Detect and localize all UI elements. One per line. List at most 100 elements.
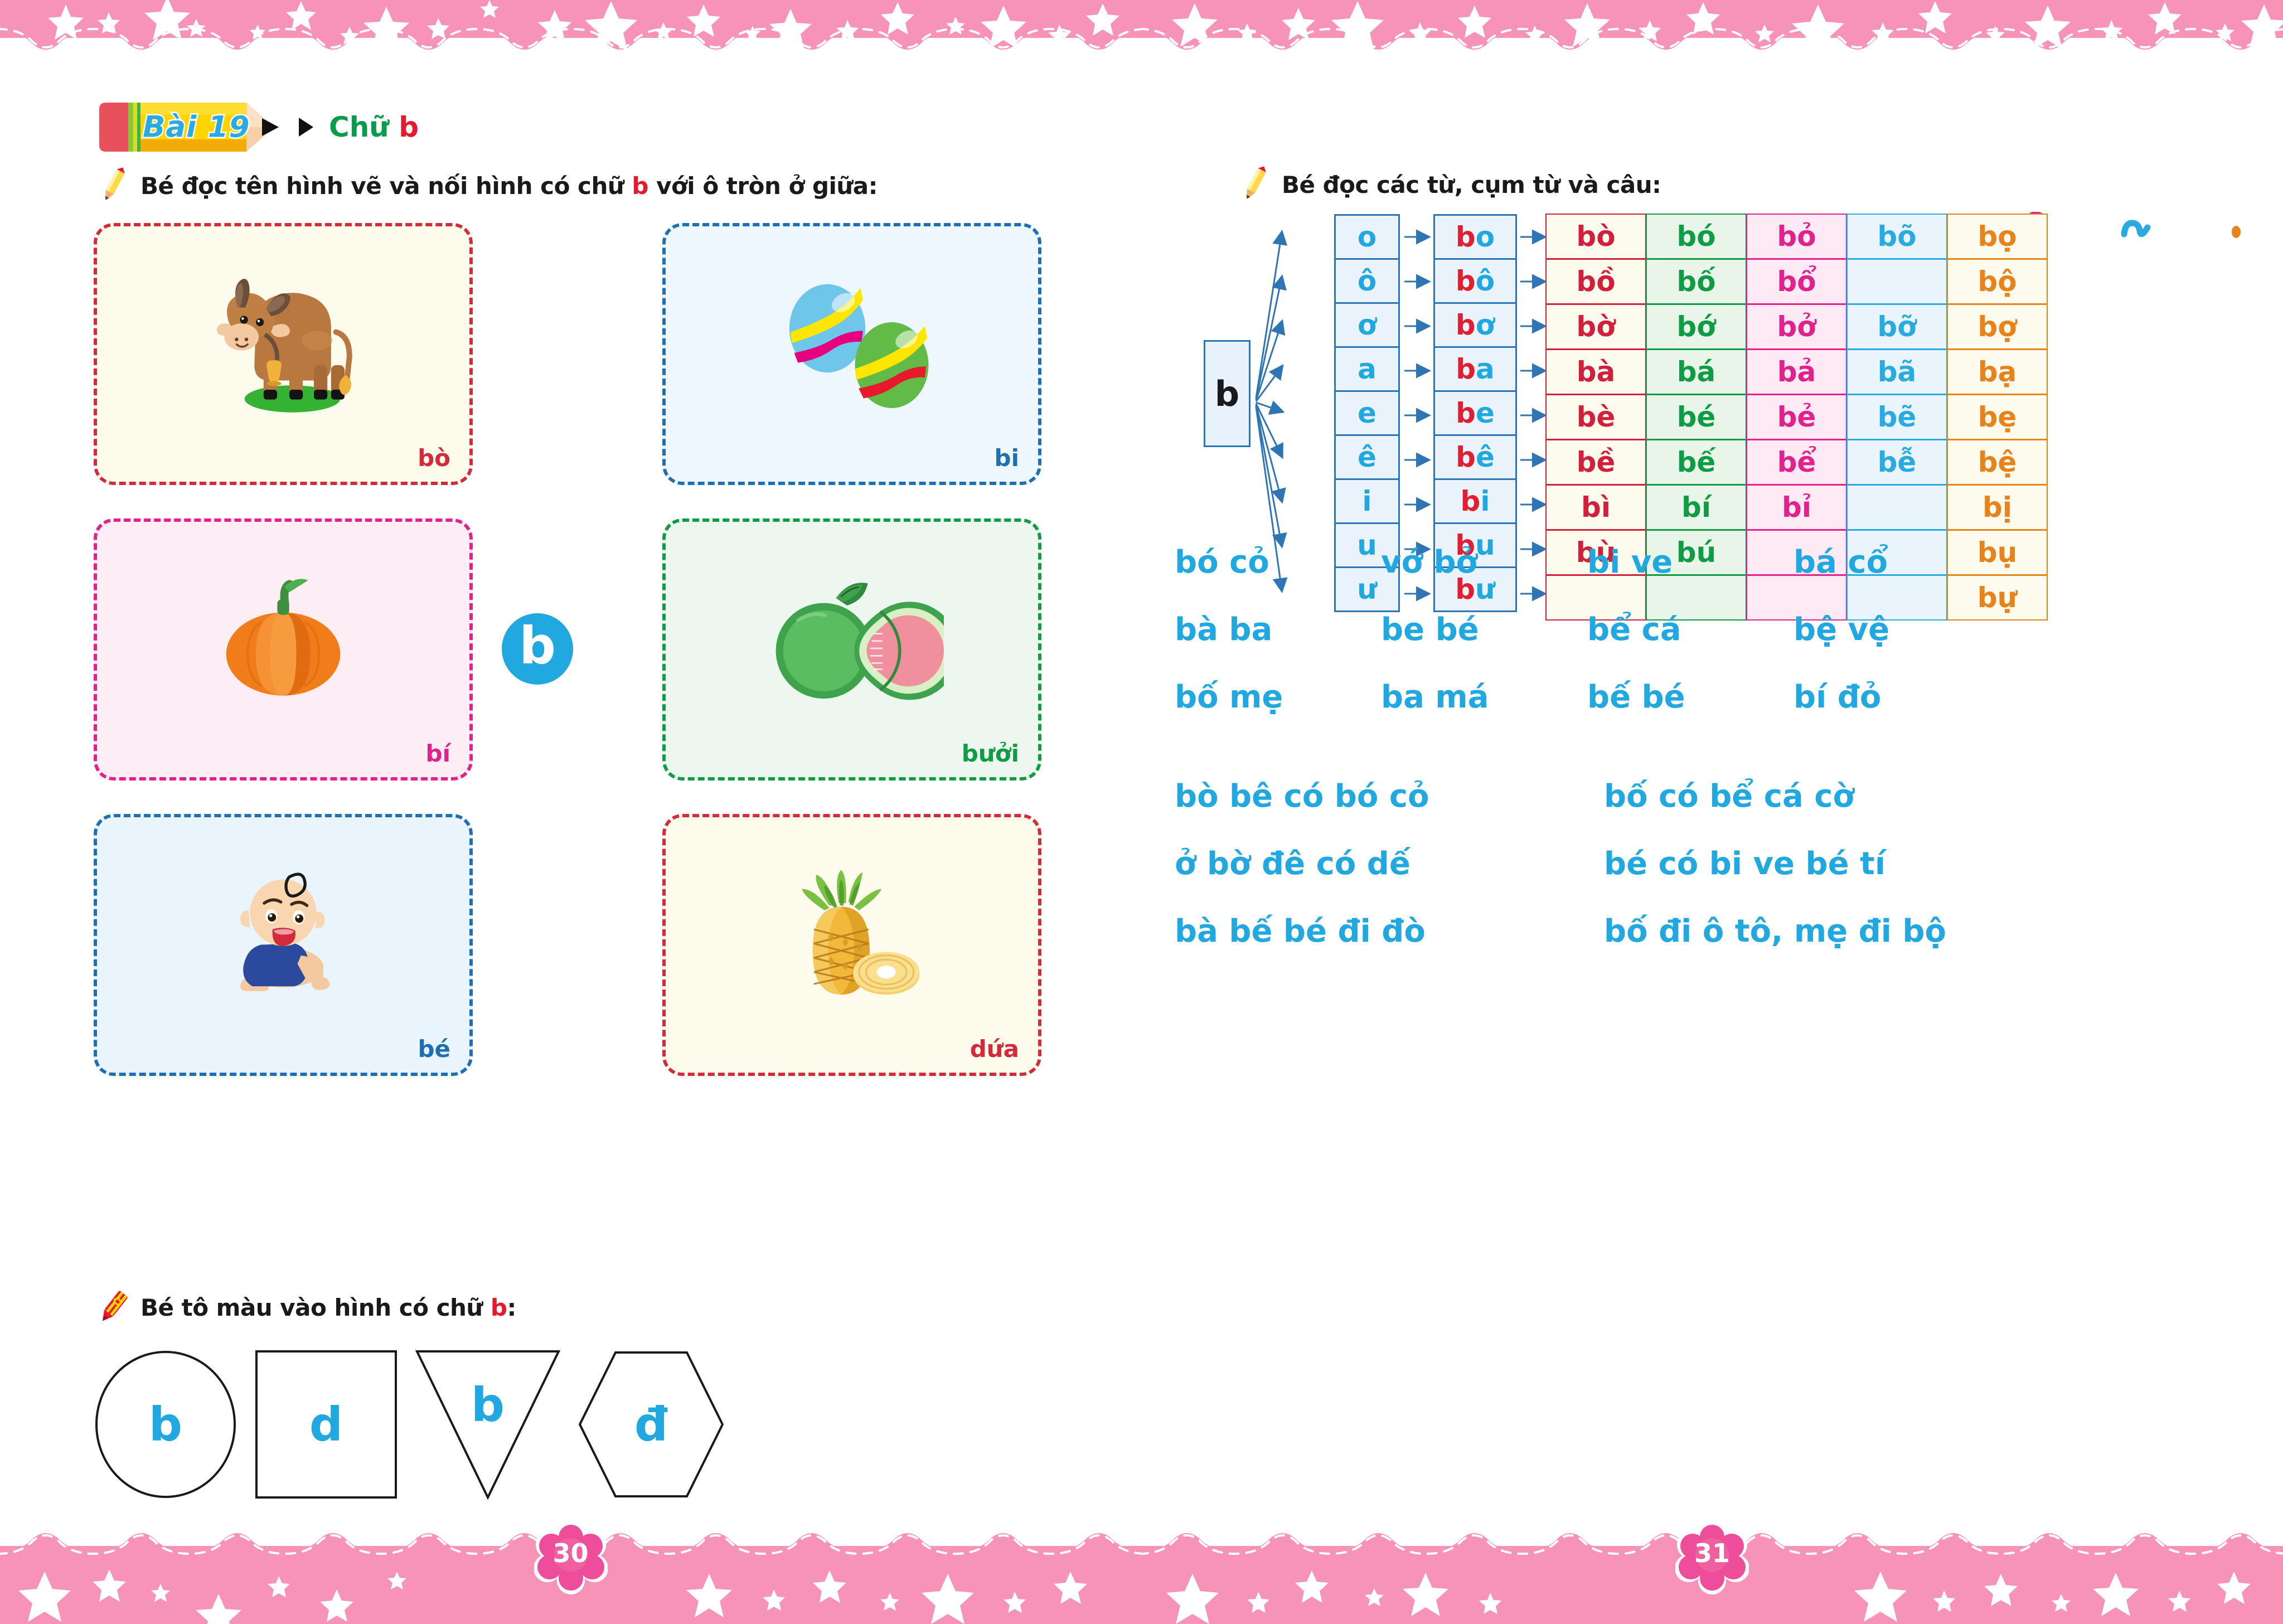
tone-syllable-cell: bợ	[1947, 304, 2048, 350]
instruction-2-part2: :	[507, 1293, 517, 1321]
tone-syllable-cell: bố	[1646, 259, 1747, 304]
tone-syllable-cell: bõ	[1846, 214, 1947, 259]
tone-syllable-cell: bà	[1545, 349, 1646, 395]
tone-syllable-cell: bã	[1846, 349, 1947, 395]
instruction-2-highlight: b	[490, 1293, 507, 1321]
card-bi-pumpkin[interactable]: bí	[94, 518, 473, 781]
base-consonant: b	[1460, 485, 1481, 517]
right-page: Bé đọc các từ, cụm từ và câu: b o ô ơ a …	[1141, 0, 2283, 1624]
tone-syllable-cell: bệ	[1947, 439, 2048, 485]
tone-syllable-cell: bé	[1646, 394, 1747, 440]
consonant-letter: b	[1214, 373, 1240, 414]
tone-syllable-cell: bỡ	[1846, 304, 1947, 350]
shape-square-letter: d	[309, 1397, 343, 1452]
base-syllable-cell: bo	[1433, 214, 1517, 260]
tone-syllable-cell: bể	[1746, 439, 1847, 485]
tone-syllable-cell: bễ	[1846, 439, 1947, 485]
vocabulary-word: bể cá	[1587, 611, 1681, 648]
page-number-badge-left: 30	[534, 1521, 608, 1595]
shape-circle[interactable]: b	[94, 1349, 237, 1500]
base-consonant: b	[1455, 265, 1476, 297]
tone-syllable-cell: bè	[1545, 394, 1646, 440]
crayon-bullet-icon	[102, 1291, 128, 1321]
vocabulary-word: bệ vệ	[1794, 611, 1890, 648]
vowel-cell: i	[1334, 478, 1400, 524]
card-bi[interactable]: bi	[662, 223, 1041, 485]
practice-sentence: bố đi ô tô, mẹ đi bộ	[1604, 913, 1946, 949]
page-number-right: 31	[1694, 1538, 1730, 1568]
base-syllable-cell: ba	[1433, 346, 1517, 392]
book-spread: Bài 19 Chữ b Bé đọc tên hình vẽ và nối h…	[0, 0, 2283, 1624]
base-consonant: b	[1456, 441, 1476, 473]
tone-syllable-cell: bẽ	[1846, 394, 1947, 440]
card-label-bi: bi	[994, 444, 1019, 472]
vocabulary-word: bế bé	[1587, 678, 1685, 715]
card-label-bi-pumpkin: bí	[425, 740, 450, 767]
tone-syllable-cell: bổ	[1746, 259, 1847, 304]
tone-syllable-cell-empty	[1846, 259, 1947, 304]
vowel-cell: ê	[1334, 434, 1400, 480]
base-vowel: ê	[1475, 441, 1495, 473]
pomelo-illustration	[666, 522, 1038, 777]
tone-syllable-cell: bẻ	[1746, 394, 1847, 440]
card-dua[interactable]: dứa	[662, 814, 1041, 1076]
tone-syllable-cell: bó	[1646, 214, 1747, 259]
base-vowel: ô	[1475, 265, 1495, 297]
card-label-buoi: bưởi	[961, 740, 1019, 767]
tone-syllable-cell: bồ	[1545, 259, 1646, 304]
vocabulary-word: ba má	[1381, 678, 1489, 715]
tone-syllable-cell: bẹ	[1947, 394, 2048, 440]
card-label-dua: dứa	[970, 1035, 1019, 1063]
shape-triangle-letter: b	[471, 1378, 505, 1432]
vowel-cell: a	[1334, 346, 1400, 392]
shape-hexagon[interactable]: đ	[576, 1349, 726, 1500]
vocabulary-word: bố mẹ	[1175, 678, 1283, 715]
center-letter-circle[interactable]: b	[502, 613, 573, 685]
tone-syllable-cell: bộ	[1947, 259, 2048, 304]
card-label-be: bé	[418, 1035, 450, 1063]
instruction-2: Bé tô màu vào hình có chữ b:	[94, 1288, 516, 1327]
vowel-cell: ơ	[1334, 302, 1400, 348]
page-number-badge-right: 31	[1675, 1521, 1749, 1595]
practice-sentence: bé có bi ve bé tí	[1604, 845, 1886, 882]
base-vowel: i	[1480, 485, 1490, 517]
consonant-box: b	[1204, 340, 1250, 447]
tone-syllable-cell: bở	[1746, 304, 1847, 350]
vocabulary-word: bó cỏ	[1175, 544, 1269, 580]
pumpkin-illustration	[97, 522, 469, 777]
tone-syllable-cell: bá	[1646, 349, 1747, 395]
tone-syllable-cell: bả	[1746, 349, 1847, 395]
card-bo[interactable]: bò	[94, 223, 473, 485]
base-vowel: a	[1476, 353, 1495, 385]
base-vowel: ơ	[1475, 309, 1495, 341]
tone-mark-nga	[2086, 210, 2186, 243]
shape-hexagon-letter: đ	[634, 1397, 668, 1452]
tone-mark-nang	[2186, 210, 2283, 243]
practice-sentence: bò bê có bó cỏ	[1175, 778, 1429, 815]
vocabulary-word: bi ve	[1587, 544, 1673, 580]
shape-circle-letter: b	[148, 1397, 183, 1452]
practice-sentence: bà bế bé đi đò	[1175, 913, 1426, 949]
base-syllable-cell: bi	[1433, 478, 1517, 524]
tone-syllable-cell: bạ	[1947, 349, 2048, 395]
page-number-left: 30	[552, 1538, 589, 1568]
tone-syllable-cell: bỉ	[1746, 484, 1847, 530]
base-vowel: o	[1475, 221, 1495, 253]
tone-syllable-cell: bị	[1947, 484, 2048, 530]
vowel-cell: e	[1334, 390, 1400, 436]
base-consonant: b	[1455, 309, 1476, 341]
card-be[interactable]: bé	[94, 814, 473, 1076]
shape-triangle[interactable]: b	[415, 1349, 561, 1500]
card-buoi[interactable]: bưởi	[662, 518, 1041, 781]
tone-syllable-cell: bế	[1646, 439, 1747, 485]
vocabulary-word: be bé	[1381, 611, 1479, 648]
vocabulary-word: vớ bở	[1381, 544, 1478, 580]
instruction-2-text: Bé tô màu vào hình có chữ b:	[140, 1294, 516, 1321]
base-consonant: b	[1456, 397, 1476, 429]
shape-square[interactable]: d	[254, 1349, 398, 1500]
practice-sentence: bố có bể cá cờ	[1604, 778, 1854, 815]
pineapple-illustration	[666, 817, 1038, 1073]
vocabulary-word: bà ba	[1175, 611, 1273, 648]
marbles-illustration	[666, 226, 1038, 482]
top-decorative-band	[0, 0, 1141, 54]
